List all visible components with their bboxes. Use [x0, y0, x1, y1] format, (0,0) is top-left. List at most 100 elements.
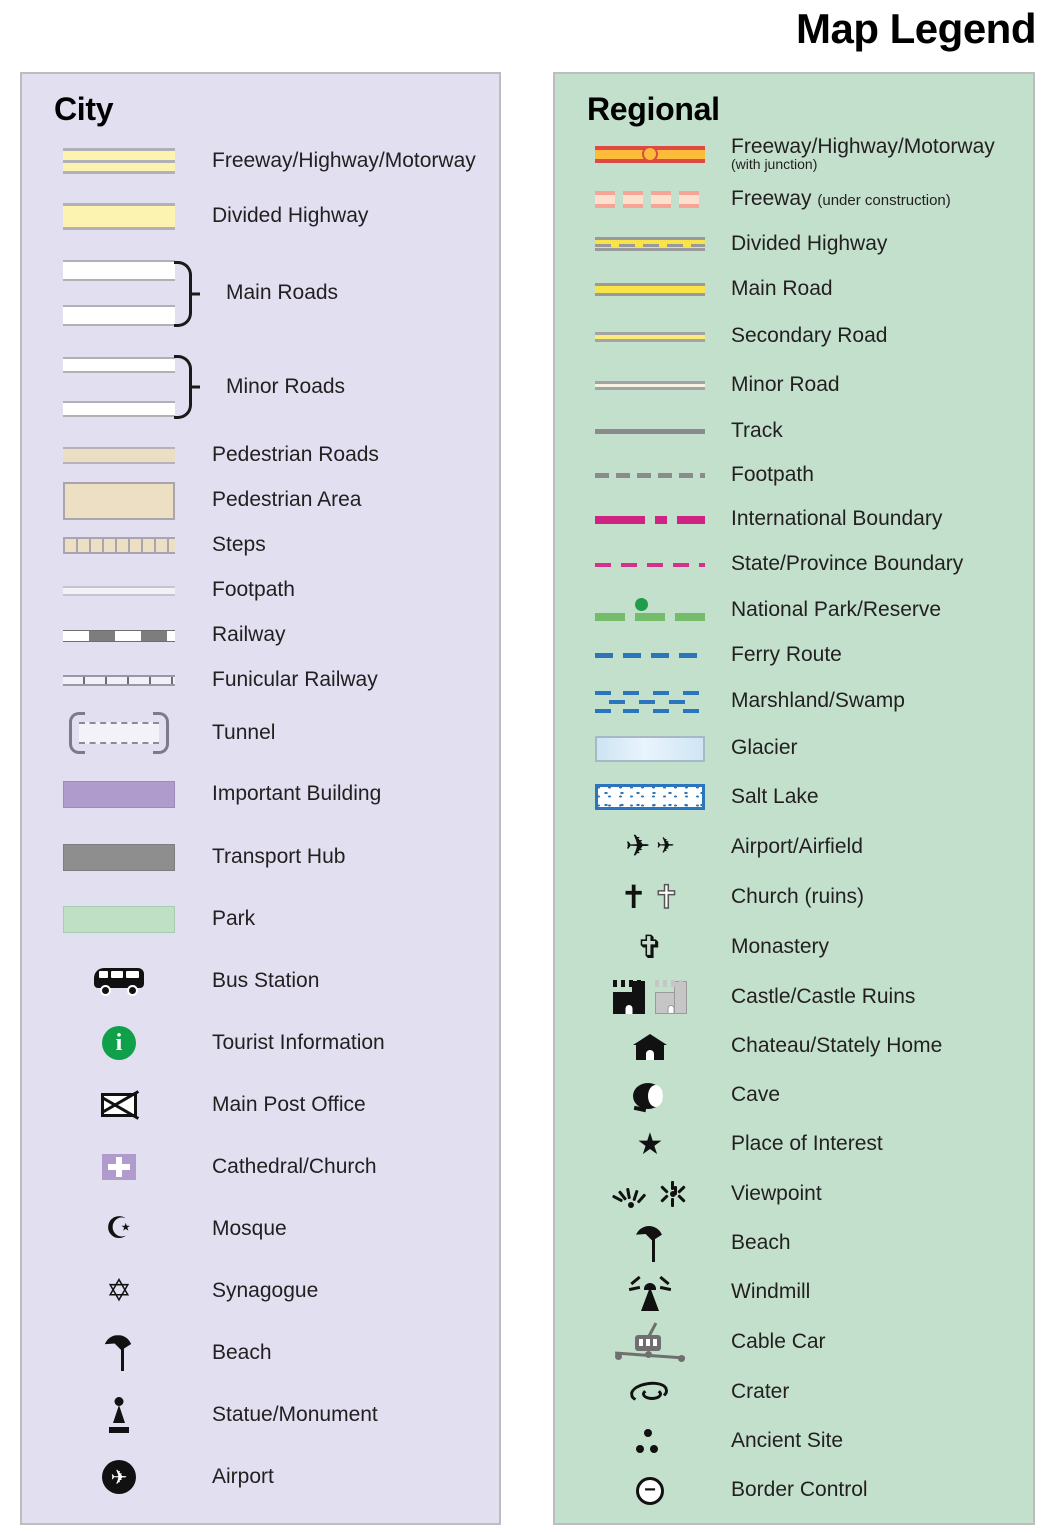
legend-row-national-park[interactable]: National Park/Reserve — [555, 587, 1033, 633]
legend-label: Pedestrian Area — [212, 488, 362, 512]
star-of-david-icon: ✡ — [106, 1272, 132, 1309]
legend-row-state-boundary[interactable]: State/Province Boundary — [555, 542, 1033, 587]
brace-minor-roads — [174, 355, 192, 420]
legend-sublabel: (under construction) — [817, 191, 951, 209]
legend-label: Monastery — [731, 934, 830, 958]
legend-row-city-main-post-office[interactable]: Main Post Office — [22, 1074, 499, 1136]
regional-divided-highway-swatch — [585, 237, 715, 252]
regional-secondary-road-swatch — [585, 331, 715, 342]
legend-row-border-control[interactable]: − Border Control — [555, 1466, 1033, 1515]
legend-row-chateau[interactable]: Chateau/Stately Home — [555, 1022, 1033, 1071]
legend-row-city-railway[interactable]: Railway — [22, 613, 499, 658]
legend-row-regional-divided-highway[interactable]: Divided Highway — [555, 221, 1033, 267]
legend-row-ferry-route[interactable]: Ferry Route — [555, 633, 1033, 678]
legend-label: Park — [212, 906, 256, 930]
legend-row-city-steps[interactable]: Steps — [22, 523, 499, 568]
state-boundary-swatch — [585, 562, 715, 567]
legend-label: Crater — [731, 1380, 790, 1404]
legend-row-monastery[interactable]: ✞ Monastery — [555, 922, 1033, 972]
legend-row-regional-freeway[interactable]: Freeway/Highway/Motorway (with junction) — [555, 131, 1033, 177]
legend-row-place-of-interest[interactable]: ★ Place of Interest — [555, 1120, 1033, 1169]
legend-label: Transport Hub — [212, 844, 346, 868]
legend-label: Cable Car — [731, 1330, 826, 1354]
bus-icon — [94, 966, 144, 997]
legend-label: Main Roads — [226, 280, 339, 304]
legend-label: Cathedral/Church — [212, 1154, 377, 1178]
legend-label: Secondary Road — [731, 324, 888, 348]
legend-row-city-main-roads[interactable]: Main Roads — [22, 245, 499, 341]
legend-label: Track — [731, 418, 783, 442]
city-main-roads-swatch — [44, 260, 194, 327]
legend-row-city-transport-hub[interactable]: Transport Hub — [22, 826, 499, 888]
legend-label: Border Control — [731, 1478, 868, 1502]
crescent-star-icon: ☪ — [105, 1211, 133, 1247]
regional-legend-panel: Regional Freeway/Highway/Motorway (with … — [553, 72, 1035, 1525]
legend-row-city-divided-highway[interactable]: Divided Highway — [22, 187, 499, 245]
legend-row-cable-car[interactable]: Cable Car — [555, 1317, 1033, 1368]
legend-row-city-footpath[interactable]: Footpath — [22, 568, 499, 613]
legend-row-viewpoint[interactable]: Viewpoint — [555, 1169, 1033, 1219]
legend-row-regional-secondary-road[interactable]: Secondary Road — [555, 312, 1033, 361]
legend-row-city-important-building[interactable]: Important Building — [22, 763, 499, 826]
cable-car-icon — [614, 1322, 686, 1363]
legend-row-regional-footpath[interactable]: Footpath — [555, 453, 1033, 497]
cross-outline-icon: ✝ — [652, 878, 680, 917]
salt-lake-swatch — [585, 784, 715, 811]
legend-label: Chateau/Stately Home — [731, 1034, 943, 1058]
legend-row-city-synagogue[interactable]: ✡ Synagogue — [22, 1260, 499, 1322]
legend-label: Funicular Railway — [212, 668, 378, 692]
legend-row-cave[interactable]: Cave — [555, 1071, 1033, 1120]
legend-row-city-tunnel[interactable]: Tunnel — [22, 703, 499, 763]
legend-label: Salt Lake — [731, 784, 819, 808]
legend-label: Tunnel — [212, 720, 276, 744]
legend-row-castle[interactable]: Castle/Castle Ruins — [555, 972, 1033, 1022]
legend-row-city-pedestrian-roads[interactable]: Pedestrian Roads — [22, 433, 499, 478]
ancient-site-icon — [633, 1428, 667, 1455]
legend-row-international-boundary[interactable]: International Boundary — [555, 497, 1033, 542]
legend-label: Freeway — [731, 186, 812, 210]
legend-row-city-funicular-railway[interactable]: Funicular Railway — [22, 658, 499, 703]
page-title: Map Legend — [795, 5, 1037, 52]
legend-row-salt-lake[interactable]: Salt Lake — [555, 772, 1033, 822]
legend-row-church-ruins[interactable]: ✝ ✝ Church (ruins) — [555, 872, 1033, 922]
legend-row-city-bus-station[interactable]: Bus Station — [22, 950, 499, 1012]
legend-label: State/Province Boundary — [731, 552, 964, 576]
legend-row-city-tourist-information[interactable]: i Tourist Information — [22, 1012, 499, 1074]
regional-footpath-swatch — [585, 472, 715, 478]
legend-row-glacier[interactable]: Glacier — [555, 725, 1033, 772]
legend-row-city-beach[interactable]: Beach — [22, 1322, 499, 1384]
viewpoint-icon — [611, 1180, 648, 1209]
legend-row-city-minor-roads[interactable]: Minor Roads — [22, 341, 499, 433]
legend-row-city-cathedral-church[interactable]: Cathedral/Church — [22, 1136, 499, 1198]
legend-label: Main Post Office — [212, 1092, 366, 1116]
legend-row-windmill[interactable]: Windmill — [555, 1268, 1033, 1317]
legend-label: Place of Interest — [731, 1132, 883, 1156]
legend-row-city-freeway[interactable]: Freeway/Highway/Motorway — [22, 135, 499, 187]
legend-row-regional-track[interactable]: Track — [555, 409, 1033, 453]
legend-row-city-statue-monument[interactable]: Statue/Monument — [22, 1384, 499, 1446]
legend-row-regional-main-road[interactable]: Main Road — [555, 267, 1033, 312]
legend-label: Minor Roads — [226, 374, 346, 398]
legend-label: Freeway/Highway/Motorway — [731, 135, 995, 159]
legend-row-crater[interactable]: Crater — [555, 1368, 1033, 1417]
legend-row-regional-minor-road[interactable]: Minor Road — [555, 361, 1033, 409]
cross-square-icon — [102, 1154, 136, 1181]
legend-row-ancient-site[interactable]: Ancient Site — [555, 1417, 1033, 1466]
legend-label: Railway — [212, 623, 286, 647]
statue-icon — [107, 1397, 131, 1434]
legend-row-airport-airfield[interactable]: ✈ ✈ Airport/Airfield — [555, 822, 1033, 872]
parasol-icon — [104, 1335, 134, 1372]
legend-row-city-park[interactable]: Park — [22, 888, 499, 950]
legend-row-city-airport[interactable]: ✈ Airport — [22, 1446, 499, 1508]
airplane-small-icon: ✈ — [656, 834, 675, 860]
city-steps-swatch — [44, 537, 194, 555]
legend-row-marshland[interactable]: Marshland/Swamp — [555, 678, 1033, 725]
cross-icon: ✝ — [620, 878, 647, 917]
legend-row-regional-freeway-construction[interactable]: Freeway (under construction) — [555, 177, 1033, 221]
legend-row-city-pedestrian-area[interactable]: Pedestrian Area — [22, 478, 499, 523]
legend-row-city-mosque[interactable]: ☪ Mosque — [22, 1198, 499, 1260]
border-control-icon: − — [636, 1476, 664, 1505]
legend-label: Cave — [731, 1083, 781, 1107]
legend-row-regional-beach[interactable]: Beach — [555, 1219, 1033, 1268]
legend-label: Mosque — [212, 1216, 287, 1240]
